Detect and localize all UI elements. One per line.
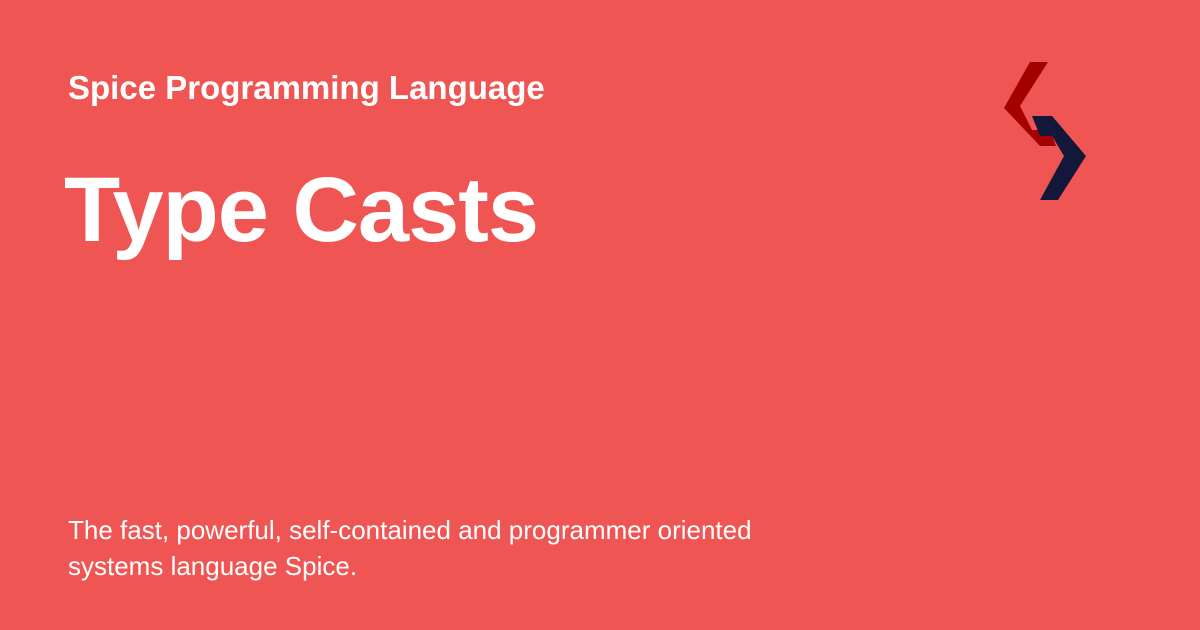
page-description: The fast, powerful, self-contained and p… <box>68 515 752 581</box>
site-name: Spice Programming Language <box>68 69 545 106</box>
logo-right-chevron <box>1032 116 1086 200</box>
social-card: { "site": { "name": "Spice Programming L… <box>0 0 1200 630</box>
page-title: Type Casts <box>64 159 539 261</box>
spice-logo-icon <box>996 60 1092 204</box>
